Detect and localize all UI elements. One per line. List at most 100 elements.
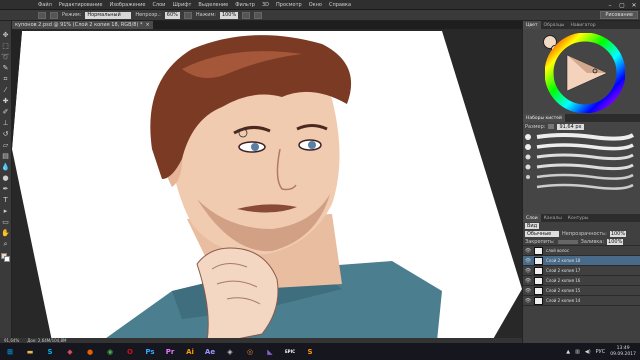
tab-paths[interactable]: Контуры [565, 214, 592, 222]
photoshop-icon[interactable]: Ps [143, 345, 157, 358]
brush-stroke-1[interactable] [536, 133, 635, 141]
path-select-tool-icon[interactable]: ▸ [2, 207, 10, 215]
brush-stroke-4[interactable] [536, 163, 634, 171]
size-value[interactable]: 91,64 px [557, 123, 584, 130]
aftereffects-icon[interactable]: Ae [203, 345, 217, 358]
layer-row[interactable]: 👁 слой волос [523, 246, 640, 256]
brush-strokes-preview[interactable] [523, 131, 639, 211]
sublime-icon[interactable]: S [303, 345, 317, 358]
color-swatches[interactable] [0, 253, 11, 263]
illustrator-icon[interactable]: Ai [183, 345, 197, 358]
firefox-icon[interactable]: ● [83, 345, 97, 358]
folder-icon[interactable]: ▬ [23, 345, 37, 358]
layer-row[interactable]: 👁 Слой 2 копия 14 [523, 296, 640, 306]
close-tab-icon[interactable]: × [146, 22, 150, 28]
marquee-tool-icon[interactable]: ⬚ [2, 42, 10, 50]
brush-stroke-6[interactable] [536, 183, 634, 190]
history-brush-tool-icon[interactable]: ↺ [2, 130, 10, 138]
language-indicator[interactable]: РУС [596, 349, 606, 355]
menu-item-filter[interactable]: Фильтр [235, 2, 255, 8]
brush-stroke-2[interactable] [536, 143, 634, 151]
close-icon[interactable]: ✕ [630, 2, 638, 9]
dodge-tool-icon[interactable]: ● [2, 174, 10, 182]
premiere-icon[interactable]: Pr [163, 345, 177, 358]
brush-dot-icon[interactable] [525, 144, 531, 150]
skype-icon[interactable]: S [43, 345, 57, 358]
lock-icons[interactable] [557, 239, 578, 244]
shape-tool-icon[interactable]: ▭ [2, 218, 10, 226]
eraser-tool-icon[interactable]: ▱ [2, 141, 10, 149]
menu-item-edit[interactable]: Редактирование [59, 2, 103, 8]
quick-select-tool-icon[interactable]: ✎ [2, 64, 10, 72]
tab-channels[interactable]: Каналы [541, 214, 565, 222]
pen-tool-icon[interactable]: ✒ [2, 185, 10, 193]
menu-item-file[interactable]: Файл [38, 2, 52, 8]
menu-item-view[interactable]: Просмотр [276, 2, 302, 8]
menu-item-select[interactable]: Выделение [198, 2, 228, 8]
tray-arrow-icon[interactable]: ▲ [566, 349, 570, 355]
brush-preset-icon[interactable] [38, 11, 46, 19]
blender-icon[interactable]: ◎ [243, 345, 257, 358]
size-slider-icon[interactable] [548, 124, 555, 129]
maximize-icon[interactable]: ▢ [618, 2, 626, 9]
visibility-eye-icon[interactable]: 👁 [525, 298, 531, 304]
brush-dot-icon[interactable] [526, 175, 530, 179]
menu-item-3d[interactable]: 3D [262, 2, 269, 8]
menu-item-layers[interactable]: Слои [152, 2, 165, 8]
menu-item-window[interactable]: Окно [309, 2, 322, 8]
menu-item-image[interactable]: Изображение [109, 2, 145, 8]
airbrush-icon[interactable] [242, 11, 251, 19]
epic-icon[interactable]: EPIC [283, 345, 297, 358]
tab-navigator[interactable]: Навигатор [568, 21, 599, 29]
blend-mode-select[interactable]: Обычные [525, 231, 559, 237]
document-tab[interactable]: купонов 2.psd @ 91% (Слой 2 копия 18, RG… [12, 21, 153, 29]
brush-dot-icon[interactable] [525, 134, 531, 140]
lasso-tool-icon[interactable]: ➰ [1, 53, 10, 61]
pressure-size-icon[interactable] [254, 11, 263, 19]
layer-row[interactable]: 👁 Слой 2 копия 15 [523, 286, 640, 296]
canvas-area[interactable] [12, 29, 522, 341]
layer-opacity-input[interactable]: 100% [609, 231, 627, 237]
clone-stamp-tool-icon[interactable]: ⊥ [2, 119, 10, 127]
clock[interactable]: 13:49 09.09.2017 [610, 346, 636, 358]
chrome-icon[interactable]: ◉ [103, 345, 117, 358]
eyedropper-tool-icon[interactable]: ⁄ [2, 86, 10, 94]
type-tool-icon[interactable]: T [2, 196, 10, 204]
tab-swatches[interactable]: Образцы [541, 21, 568, 29]
tab-color[interactable]: Цвет [523, 21, 541, 29]
hand-tool-icon[interactable]: ✋ [1, 229, 10, 237]
tab-layers[interactable]: Слои [523, 214, 541, 222]
brush-stroke-5[interactable] [536, 173, 634, 180]
brush-panel-toggle-icon[interactable] [50, 11, 58, 19]
tab-brush-presets[interactable]: Наборы кистей [523, 114, 565, 122]
opacity-input[interactable]: 60% [164, 11, 180, 19]
visualstudio-icon[interactable]: ◣ [263, 345, 277, 358]
pressure-opacity-icon[interactable] [183, 11, 192, 19]
brush-dot-icon[interactable] [525, 154, 531, 160]
opera-icon[interactable]: O [123, 345, 137, 358]
visibility-eye-icon[interactable]: 👁 [525, 268, 531, 274]
layer-row[interactable]: 👁 Слой 2 копия 17 [523, 266, 640, 276]
fill-input[interactable]: 100% [607, 238, 624, 245]
layer-row[interactable]: 👁 Слой 2 копия 18 [523, 256, 640, 266]
move-tool-icon[interactable]: ✥ [2, 31, 10, 39]
crop-tool-icon[interactable]: ⌗ [2, 75, 10, 83]
brush-dot-icon[interactable] [525, 164, 531, 170]
workspace-select[interactable]: Рисование [600, 11, 638, 19]
gradient-tool-icon[interactable]: ▤ [2, 152, 10, 160]
visibility-eye-icon[interactable]: 👁 [525, 288, 531, 294]
color-wheel[interactable] [545, 33, 625, 113]
minimize-icon[interactable]: – [606, 2, 614, 9]
visibility-eye-icon[interactable]: 👁 [525, 278, 531, 284]
unity-icon[interactable]: ◈ [223, 345, 237, 358]
menu-item-help[interactable]: Справка [329, 2, 351, 8]
start-icon[interactable]: ⊞ [3, 345, 17, 358]
visibility-eye-icon[interactable]: 👁 [525, 258, 531, 264]
volume-icon[interactable]: ◀) [585, 349, 591, 355]
healing-tool-icon[interactable]: ✚ [2, 97, 10, 105]
menu-item-type[interactable]: Шрифт [172, 2, 191, 8]
layer-filter-kind[interactable]: Вид [525, 223, 540, 229]
brush-stroke-3[interactable] [536, 153, 634, 161]
mode-select[interactable]: Нормальный [85, 11, 132, 19]
painting-canvas[interactable] [12, 29, 522, 341]
